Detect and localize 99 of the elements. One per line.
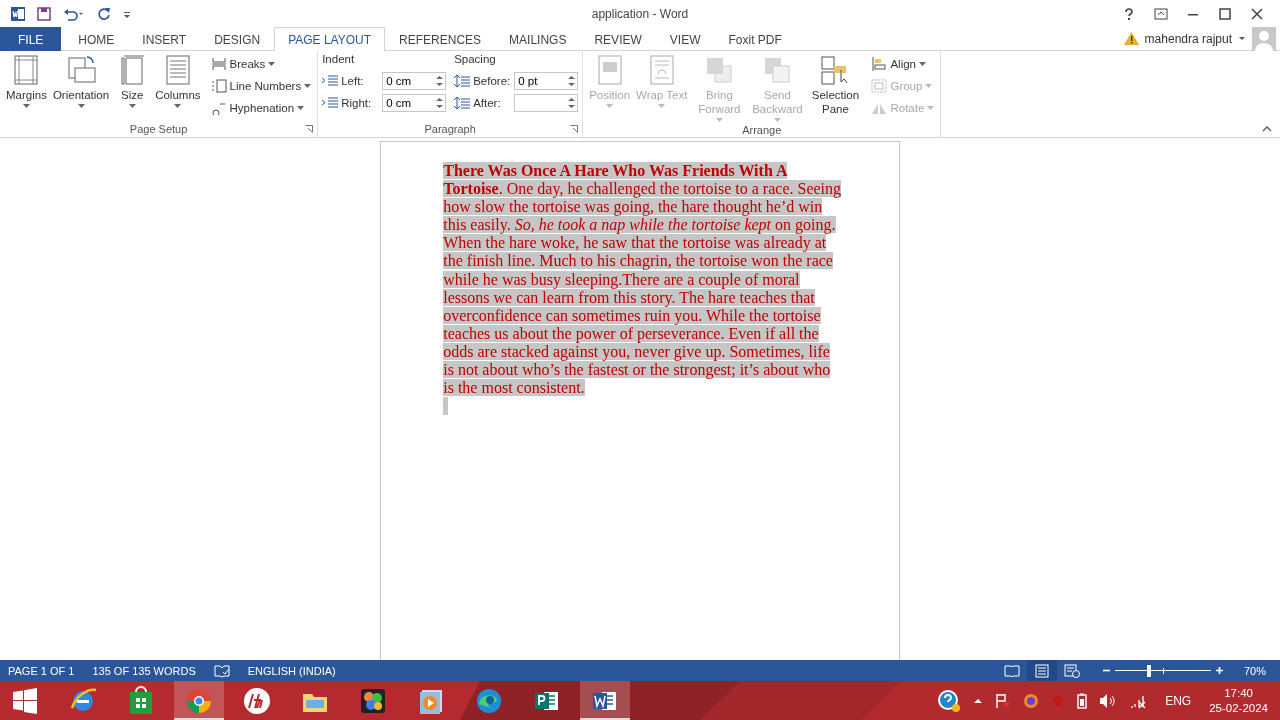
book-icon bbox=[1003, 663, 1020, 678]
field-label: After: bbox=[473, 96, 502, 109]
zoom-level[interactable]: 70% bbox=[1243, 664, 1266, 677]
ribbon-tab[interactable]: INSERT bbox=[128, 27, 201, 51]
spin-arrows-icon[interactable] bbox=[568, 95, 576, 110]
group-label: Page Setup bbox=[129, 123, 188, 135]
field-label: Left: bbox=[341, 74, 365, 87]
caret-icon bbox=[77, 104, 85, 109]
caret-icon bbox=[304, 83, 312, 89]
pages-icon bbox=[65, 54, 98, 86]
account-name[interactable]: mahendra rajput bbox=[1144, 31, 1232, 46]
volume-icon[interactable] bbox=[1099, 692, 1118, 709]
group-label: Paragraph bbox=[424, 123, 476, 135]
spin-field[interactable] bbox=[514, 93, 579, 112]
ribbon-button[interactable]: Align bbox=[869, 54, 937, 74]
caret-icon bbox=[297, 105, 305, 111]
dialog-launcher-icon[interactable] bbox=[305, 125, 314, 133]
word-logo-icon[interactable] bbox=[10, 5, 26, 22]
ribbon-tab[interactable]: REFERENCES bbox=[385, 27, 496, 51]
spacing-label: Spacing bbox=[454, 53, 497, 67]
warning-icon bbox=[1123, 32, 1139, 45]
collapse-ribbon-icon[interactable] bbox=[1262, 126, 1272, 132]
group-label: Arrange bbox=[742, 124, 782, 136]
show-hidden-icons[interactable] bbox=[973, 696, 984, 705]
save-icon[interactable] bbox=[36, 5, 52, 22]
dialog-launcher-icon[interactable] bbox=[570, 125, 579, 133]
close-icon[interactable] bbox=[1250, 6, 1264, 21]
print-layout-button[interactable] bbox=[1026, 660, 1057, 681]
field-label: Right: bbox=[341, 96, 373, 109]
ribbon-tab[interactable]: HOME bbox=[64, 27, 129, 51]
indent-icon bbox=[322, 74, 339, 87]
spacing-icon bbox=[454, 74, 471, 87]
ribbon-tab[interactable]: MAILINGS bbox=[495, 27, 581, 51]
spin-field[interactable]: 0 pt bbox=[514, 71, 579, 90]
browser-tray-icon[interactable] bbox=[1023, 692, 1040, 709]
spin-field[interactable]: 0 cm bbox=[382, 71, 447, 90]
group-icon bbox=[871, 79, 888, 93]
ribbon-tab[interactable]: Foxit PDF bbox=[714, 27, 796, 51]
ribbon-button[interactable]: Size bbox=[113, 54, 152, 109]
file-tab[interactable]: FILE bbox=[0, 27, 62, 51]
hyphenation-icon bbox=[210, 101, 227, 115]
caret-icon bbox=[128, 104, 136, 109]
windows-logo-icon bbox=[12, 687, 38, 714]
ribbon-button[interactable]: Line Numbers bbox=[208, 76, 314, 96]
page-count[interactable]: PAGE 1 OF 1 bbox=[8, 664, 75, 677]
window-title: application - Word bbox=[591, 6, 689, 21]
flag-icon[interactable] bbox=[995, 692, 1012, 709]
clock-date[interactable]: 25-02-2024 bbox=[1209, 700, 1268, 716]
ribbon-tab[interactable]: DESIGN bbox=[200, 27, 275, 51]
taskbar-app-button[interactable] bbox=[580, 681, 630, 720]
selection-highlight bbox=[443, 397, 449, 416]
ribbon-options-icon[interactable] bbox=[1154, 6, 1168, 21]
line-numbers-icon bbox=[210, 79, 227, 93]
spin-arrows-icon[interactable] bbox=[436, 73, 444, 88]
maximize-icon[interactable] bbox=[1218, 6, 1232, 21]
caret-icon bbox=[22, 104, 30, 109]
indent-icon bbox=[322, 96, 339, 109]
caret-icon bbox=[268, 61, 276, 67]
caret-icon bbox=[919, 61, 926, 67]
caret-icon bbox=[715, 118, 723, 123]
help-tray-icon[interactable] bbox=[937, 688, 962, 713]
ribbon-button[interactable]: Columns bbox=[153, 54, 203, 109]
word-count[interactable]: 135 OF 135 WORDS bbox=[92, 664, 196, 677]
document-paragraph[interactable]: There Was Once A Hare Who Was Friends With A Tortoise. One day, he challenged the tortoise to a race. Seeing how slow the tortoise was going, the hare thought he’d win this easily. So, he took a nap while the tortoise kept on going. When the hare woke, he saw that the tortoise was already at the finish line. Much to his chagrin, the tortoise won the race while he was busy sleeping.There are a couple of moral lessons we can learn from this story. The hare teaches that overconfidence can sometimes ruin you. While the tortoise teaches us about the power of perseverance. Even if all the odds are stacked against you, never give up. Sometimes, life is not about who’s the fastest or the strongest; it’s about who is the most consistent. bbox=[443, 162, 843, 398]
caret-icon bbox=[927, 105, 935, 111]
ribbon-button[interactable]: Orientation bbox=[50, 54, 112, 109]
ribbon-tab[interactable]: VIEW bbox=[655, 27, 715, 51]
ribbon-button[interactable]: Margins bbox=[4, 54, 49, 109]
page-icon bbox=[1033, 663, 1050, 678]
breaks-icon bbox=[210, 57, 227, 71]
caret-icon bbox=[606, 104, 614, 109]
battery-icon[interactable] bbox=[1077, 692, 1088, 709]
help-icon[interactable] bbox=[1122, 6, 1136, 21]
proofing-icon[interactable] bbox=[213, 663, 230, 678]
spin-arrows-icon[interactable] bbox=[568, 73, 576, 88]
ribbon-button[interactable]: Selection Pane bbox=[807, 54, 864, 123]
ribbon-button[interactable]: Breaks bbox=[208, 54, 314, 74]
spacing-icon bbox=[454, 96, 471, 109]
language-status[interactable]: ENGLISH (INDIA) bbox=[247, 664, 336, 677]
ribbon-button[interactable]: Hyphenation bbox=[208, 98, 314, 118]
logo-icon bbox=[242, 685, 272, 716]
ribbon-tab[interactable]: PAGE LAYOUT bbox=[274, 27, 386, 51]
caret-icon bbox=[174, 104, 182, 109]
redo-icon[interactable] bbox=[96, 5, 112, 22]
web-page-icon bbox=[1063, 663, 1080, 678]
align-icon bbox=[871, 57, 888, 71]
spin-field[interactable]: 0 cm bbox=[382, 93, 447, 112]
spin-arrows-icon[interactable] bbox=[436, 95, 444, 110]
caret-icon[interactable] bbox=[1238, 35, 1246, 42]
field-label: Before: bbox=[473, 74, 512, 87]
indent-label: Indent bbox=[322, 53, 356, 67]
caret-icon bbox=[925, 83, 933, 89]
zoom-slider[interactable] bbox=[1114, 664, 1211, 677]
caret-icon bbox=[773, 118, 781, 123]
clock-time[interactable]: 17:40 bbox=[1224, 685, 1253, 701]
zoom-in-icon[interactable] bbox=[1214, 666, 1224, 675]
input-language[interactable]: ENG bbox=[1165, 693, 1192, 708]
ribbon-tab[interactable]: REVIEW bbox=[580, 27, 656, 51]
caret-icon bbox=[658, 104, 666, 109]
